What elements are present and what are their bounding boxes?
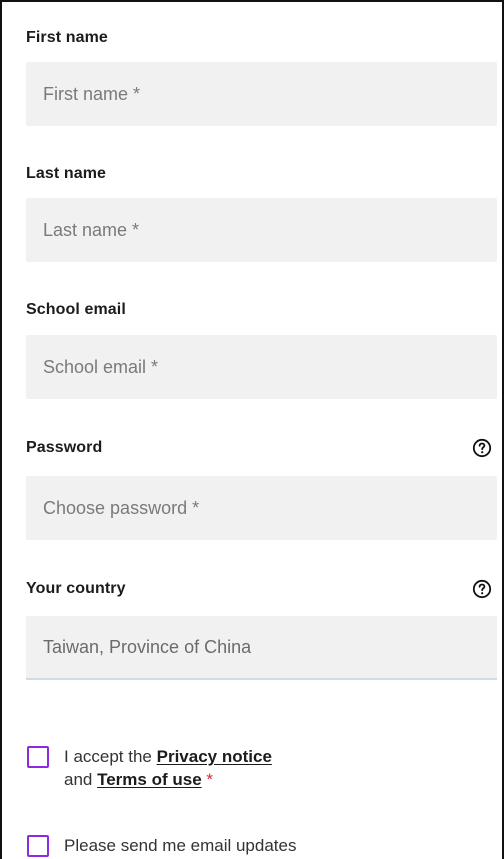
accept-terms-checkbox[interactable] bbox=[27, 746, 49, 768]
country-selected-value: Taiwan, Province of China bbox=[43, 636, 252, 657]
email-updates-row: Please send me email updates bbox=[27, 834, 296, 857]
last-name-label: Last name bbox=[26, 165, 107, 182]
terms-of-use-link[interactable]: Terms of use bbox=[97, 770, 202, 789]
school-email-label: School email bbox=[26, 301, 126, 318]
last-name-label-row: Last name bbox=[26, 162, 492, 186]
password-label: Password bbox=[26, 439, 103, 456]
required-mark: * bbox=[206, 770, 214, 789]
password-input[interactable] bbox=[26, 476, 497, 540]
school-email-label-row: School email bbox=[26, 298, 492, 322]
country-help-icon[interactable] bbox=[472, 579, 492, 599]
accept-terms-prefix: I accept the bbox=[64, 747, 152, 766]
school-email-input[interactable] bbox=[26, 335, 497, 399]
password-label-row: Password bbox=[26, 436, 492, 460]
country-label-row: Your country bbox=[26, 577, 492, 601]
accept-terms-text: I accept the Privacy notice and Terms of… bbox=[64, 745, 272, 791]
country-label: Your country bbox=[26, 580, 126, 597]
first-name-label: First name bbox=[26, 29, 108, 46]
accept-terms-mid: and bbox=[64, 770, 93, 789]
last-name-input[interactable] bbox=[26, 198, 497, 262]
password-help-icon[interactable] bbox=[472, 438, 492, 458]
first-name-input[interactable] bbox=[26, 62, 497, 126]
signup-form-panel: First name Last name School email Passwo… bbox=[0, 0, 504, 859]
first-name-label-row: First name bbox=[26, 26, 492, 50]
privacy-notice-link[interactable]: Privacy notice bbox=[157, 747, 272, 766]
country-select[interactable]: Taiwan, Province of China bbox=[26, 616, 497, 680]
email-updates-checkbox[interactable] bbox=[27, 835, 49, 857]
email-updates-text: Please send me email updates bbox=[64, 836, 297, 855]
accept-terms-row: I accept the Privacy notice and Terms of… bbox=[27, 745, 272, 791]
